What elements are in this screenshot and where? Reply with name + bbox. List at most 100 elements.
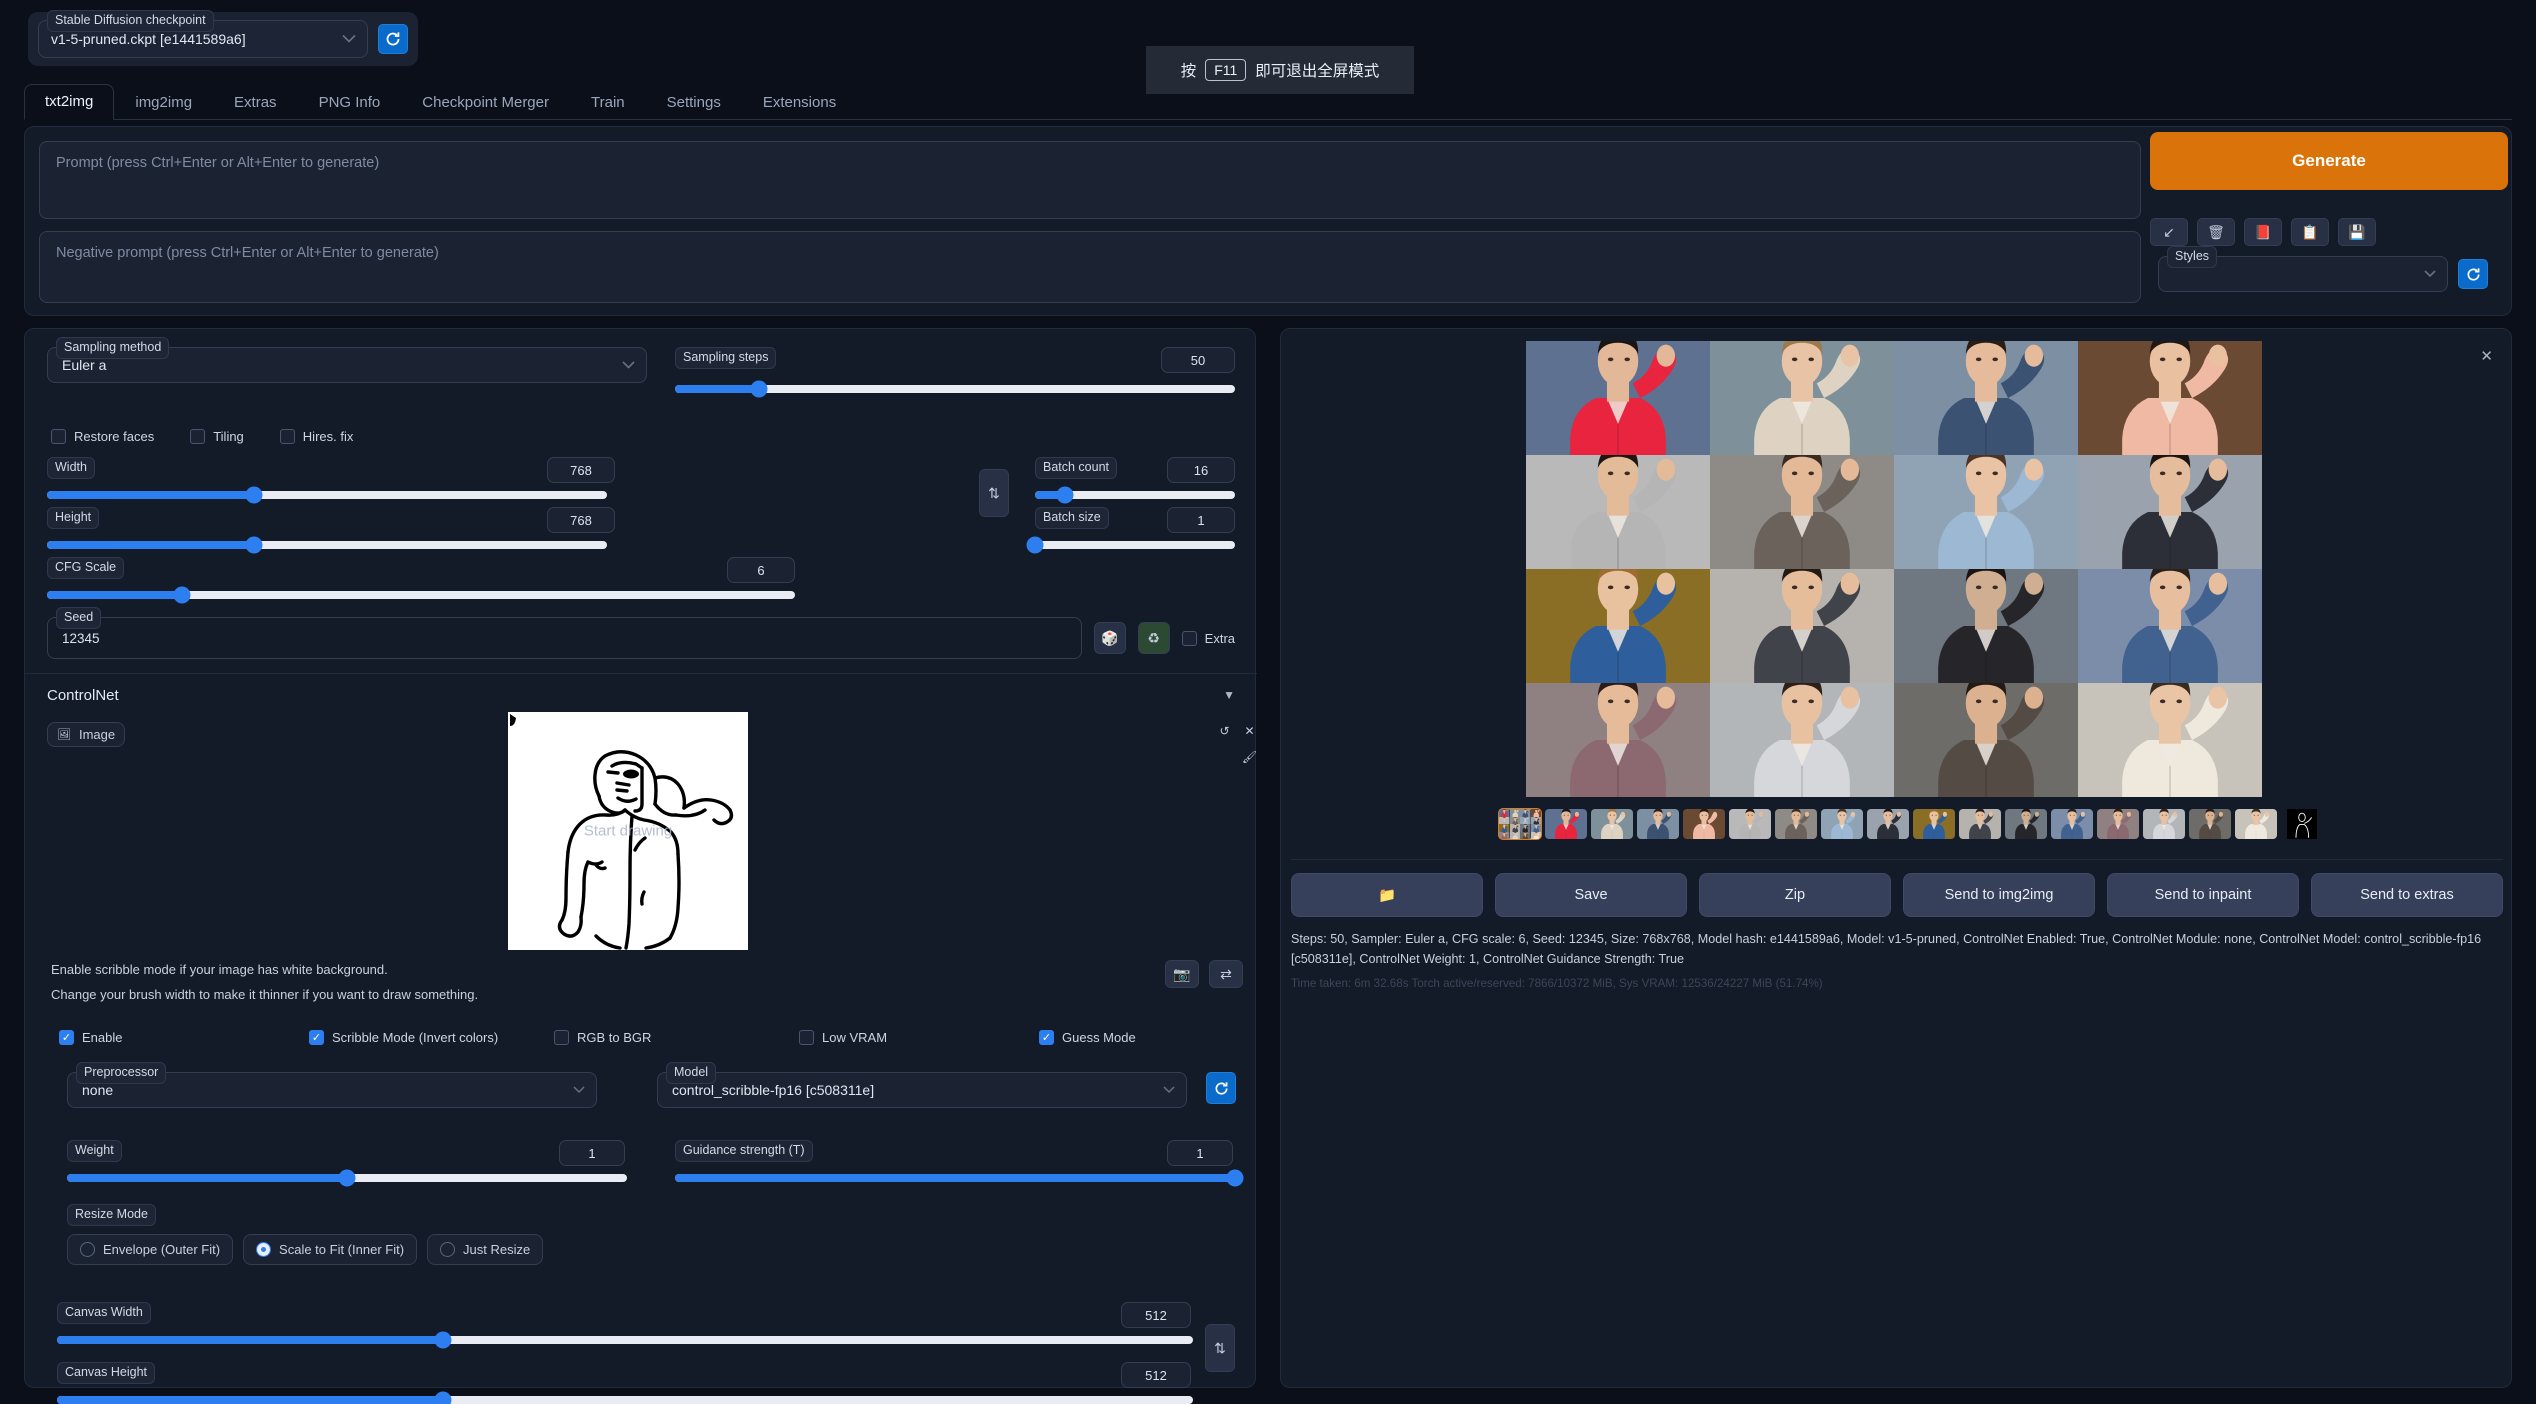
thumbnail-image[interactable]: [2097, 809, 2139, 839]
thumbnail-image[interactable]: [2051, 809, 2093, 839]
thumbnail-scribble[interactable]: [2281, 809, 2323, 839]
sampling-steps-value[interactable]: 50: [1161, 347, 1235, 373]
resize-mode-just-resize[interactable]: Just Resize: [427, 1234, 543, 1265]
undo-icon[interactable]: ↺: [1215, 722, 1234, 740]
gallery-image[interactable]: [2078, 341, 2262, 455]
cfg-slider[interactable]: [47, 591, 795, 599]
width-slider[interactable]: [47, 491, 607, 499]
controlnet-header[interactable]: ControlNet ▼: [25, 674, 1257, 716]
camera-icon[interactable]: 📷: [1165, 960, 1199, 988]
batch-size-slider[interactable]: [1035, 541, 1235, 549]
gallery-image[interactable]: [1710, 455, 1894, 569]
chevron-down-icon[interactable]: ▼: [1223, 688, 1235, 702]
send-to-img2img-button[interactable]: Send to img2img: [1903, 873, 2095, 917]
controlnet-scribble-mode-checkbox[interactable]: ✓ Scribble Mode (Invert colors): [309, 1030, 554, 1045]
image-grid[interactable]: [1526, 341, 2262, 797]
thumbnail-image[interactable]: [1867, 809, 1909, 839]
close-icon[interactable]: ✕: [2480, 347, 2493, 365]
canvas-width-value[interactable]: 512: [1121, 1302, 1191, 1328]
tab-extensions[interactable]: Extensions: [742, 85, 857, 120]
send-to-inpaint-button[interactable]: Send to inpaint: [2107, 873, 2299, 917]
gallery-image[interactable]: [1710, 569, 1894, 683]
checkpoint-dropdown[interactable]: Stable Diffusion checkpoint v1-5-pruned.…: [38, 20, 368, 58]
thumbnail-image[interactable]: [2005, 809, 2047, 839]
gallery-image[interactable]: [2078, 455, 2262, 569]
tab-settings[interactable]: Settings: [646, 85, 742, 120]
sampling-steps-slider[interactable]: [675, 385, 1235, 393]
open-folder-button[interactable]: 📁: [1291, 873, 1483, 917]
thumbnail-image[interactable]: [2189, 809, 2231, 839]
thumbnail-image[interactable]: [1637, 809, 1679, 839]
gallery-image[interactable]: [1894, 569, 2078, 683]
restore-faces-checkbox[interactable]: Restore faces: [51, 429, 154, 444]
guidance-slider[interactable]: [675, 1174, 1235, 1182]
read-generation-params-icon[interactable]: 📕: [2244, 218, 2282, 246]
refresh-checkpoints-button[interactable]: [378, 24, 408, 54]
tab-train[interactable]: Train: [570, 85, 646, 120]
thumbnail-image[interactable]: [1683, 809, 1725, 839]
gallery-image[interactable]: [1894, 341, 2078, 455]
tab-png-info[interactable]: PNG Info: [298, 85, 402, 120]
weight-slider[interactable]: [67, 1174, 627, 1182]
controlnet-image-tab[interactable]: 🖼 Image: [47, 722, 125, 747]
canvas-width-slider[interactable]: [57, 1336, 1193, 1344]
brush-icon[interactable]: 🖌: [1240, 748, 1259, 766]
generate-button[interactable]: Generate: [2150, 132, 2508, 190]
negative-prompt-input[interactable]: Negative prompt (press Ctrl+Enter or Alt…: [39, 231, 2141, 303]
swap-dimensions-button[interactable]: ⇅: [979, 469, 1009, 517]
controlnet-low-vram-checkbox[interactable]: Low VRAM: [799, 1030, 1039, 1045]
random-seed-button[interactable]: 🎲: [1094, 622, 1126, 654]
transfer-icon[interactable]: ⇄: [1209, 960, 1243, 988]
height-value[interactable]: 768: [547, 507, 615, 533]
resize-mode-scale-to-fit[interactable]: Scale to Fit (Inner Fit): [243, 1234, 417, 1265]
controlnet-rgb-to-bgr-checkbox[interactable]: RGB to BGR: [554, 1030, 799, 1045]
thumbnail-image[interactable]: [1913, 809, 1955, 839]
batch-count-value[interactable]: 16: [1167, 457, 1235, 483]
send-to-extras-button[interactable]: Send to extras: [2311, 873, 2503, 917]
controlnet-guess-mode-checkbox[interactable]: ✓ Guess Mode: [1039, 1030, 1136, 1045]
zip-button[interactable]: Zip: [1699, 873, 1891, 917]
apply-style-icon[interactable]: 📋: [2291, 218, 2329, 246]
gallery-image[interactable]: [1894, 455, 2078, 569]
gallery-image[interactable]: [1526, 569, 1710, 683]
thumbnail-image[interactable]: [1775, 809, 1817, 839]
thumbnail-image[interactable]: [1545, 809, 1587, 839]
gallery-image[interactable]: [1526, 683, 1710, 797]
thumbnail-image[interactable]: [1821, 809, 1863, 839]
thumbnail-image[interactable]: [1729, 809, 1771, 839]
resize-mode-envelope[interactable]: Envelope (Outer Fit): [67, 1234, 233, 1265]
extra-seed-checkbox[interactable]: Extra: [1182, 631, 1235, 646]
gallery-image[interactable]: [2078, 569, 2262, 683]
width-value[interactable]: 768: [547, 457, 615, 483]
gallery-image[interactable]: [1710, 341, 1894, 455]
guidance-value[interactable]: 1: [1167, 1140, 1233, 1166]
styles-dropdown[interactable]: Styles: [2158, 256, 2448, 292]
thumbnail-image[interactable]: [2143, 809, 2185, 839]
hires-fix-checkbox[interactable]: Hires. fix: [280, 429, 354, 444]
canvas-height-slider[interactable]: [57, 1396, 1193, 1404]
gallery-image[interactable]: [1710, 683, 1894, 797]
cfg-value[interactable]: 6: [727, 557, 795, 583]
close-icon[interactable]: ✕: [1240, 722, 1259, 740]
gallery-image[interactable]: [1894, 683, 2078, 797]
tab-img2img[interactable]: img2img: [114, 85, 213, 120]
sampling-method-dropdown[interactable]: Sampling method Euler a: [47, 347, 647, 383]
thumbnail-image[interactable]: [1591, 809, 1633, 839]
batch-count-slider[interactable]: [1035, 491, 1235, 499]
refresh-styles-button[interactable]: [2458, 259, 2488, 289]
tab-txt2img[interactable]: txt2img: [24, 84, 114, 120]
prompt-input[interactable]: Prompt (press Ctrl+Enter or Alt+Enter to…: [39, 141, 2141, 219]
controlnet-scribble-canvas[interactable]: Start drawing: [508, 712, 748, 950]
save-style-icon[interactable]: 💾: [2338, 218, 2376, 246]
thumbnail-image[interactable]: [2235, 809, 2277, 839]
clear-prompt-icon[interactable]: 🗑: [2197, 218, 2235, 246]
batch-size-value[interactable]: 1: [1167, 507, 1235, 533]
gallery-image[interactable]: [1526, 455, 1710, 569]
gallery-image[interactable]: [2078, 683, 2262, 797]
tab-extras[interactable]: Extras: [213, 85, 298, 120]
gallery-image[interactable]: [1526, 341, 1710, 455]
thumbnail-image[interactable]: [1959, 809, 2001, 839]
refresh-models-button[interactable]: [1206, 1072, 1236, 1104]
height-slider[interactable]: [47, 541, 607, 549]
restore-progress-icon[interactable]: ↙: [2150, 218, 2188, 246]
